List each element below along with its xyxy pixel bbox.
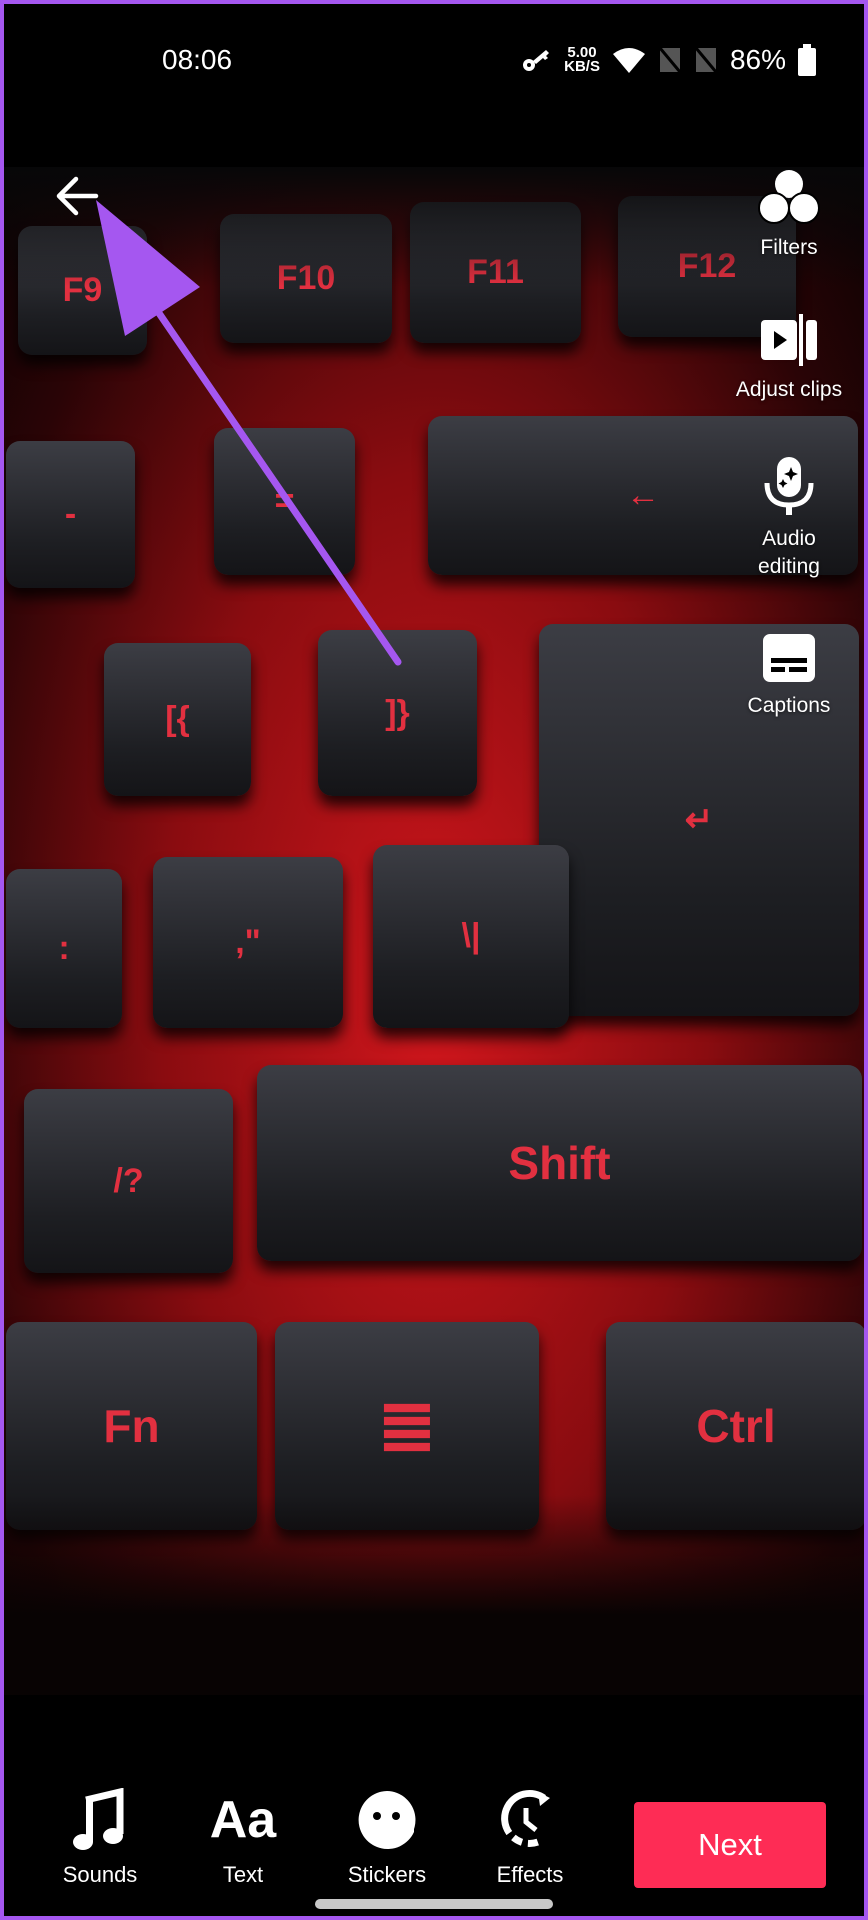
sounds-label: Sounds — [62, 1862, 138, 1887]
arrow-left-icon — [56, 176, 99, 216]
net-speed-unit: KB/S — [564, 58, 600, 75]
adjust-clips-button[interactable]: Adjust clips — [714, 312, 864, 404]
keycap: \| — [373, 845, 569, 1028]
keycap: ]} — [318, 630, 477, 796]
filters-button[interactable]: Filters — [714, 168, 864, 262]
stickers-label: Stickers — [347, 1862, 427, 1887]
battery-icon — [798, 44, 816, 76]
captions-button[interactable]: Captions — [714, 632, 864, 720]
sounds-button[interactable]: Sounds — [35, 1788, 165, 1888]
no-sim-icon — [658, 47, 682, 73]
no-sim-icon — [694, 47, 718, 73]
keycap: - — [6, 441, 135, 588]
text-button[interactable]: Aa Text — [178, 1788, 308, 1888]
text-icon: Aa — [209, 1791, 277, 1849]
effects-icon — [501, 1789, 558, 1847]
status-bar: 08:06 5.00 KB/S 86% — [0, 0, 868, 167]
next-button[interactable]: Next — [634, 1802, 826, 1888]
home-indicator[interactable] — [315, 1899, 553, 1909]
sticker-icon — [358, 1791, 416, 1849]
text-label: Text — [222, 1862, 264, 1887]
keycap: = — [214, 428, 355, 575]
effects-label: Effects — [496, 1862, 564, 1887]
stickers-button[interactable]: Stickers — [322, 1788, 452, 1888]
battery-percent: 86% — [729, 44, 786, 75]
back-button[interactable] — [52, 170, 104, 222]
captions-label: Captions — [747, 694, 831, 717]
filters-label: Filters — [760, 236, 818, 259]
effects-button[interactable]: Effects — [465, 1788, 595, 1888]
keycap: [{ — [104, 643, 251, 796]
audio-editing-label-2: editing — [758, 555, 820, 578]
wifi-icon — [612, 48, 645, 73]
key-icon — [523, 50, 550, 71]
audio-editing-button[interactable]: Audio editing — [714, 455, 864, 581]
keycap-shift: Shift — [257, 1065, 862, 1261]
clock: 08:06 — [162, 44, 233, 75]
audio-editing-icon — [764, 457, 814, 515]
filters-icon — [758, 170, 820, 224]
adjust-clips-label: Adjust clips — [735, 378, 843, 401]
keycap: ," — [153, 857, 343, 1028]
adjust-clips-icon — [761, 314, 817, 366]
captions-icon — [763, 634, 815, 682]
keycap: /? — [24, 1089, 233, 1273]
music-note-icon — [73, 1788, 124, 1850]
audio-editing-label: Audio — [762, 527, 816, 550]
keycap: : — [6, 869, 122, 1028]
